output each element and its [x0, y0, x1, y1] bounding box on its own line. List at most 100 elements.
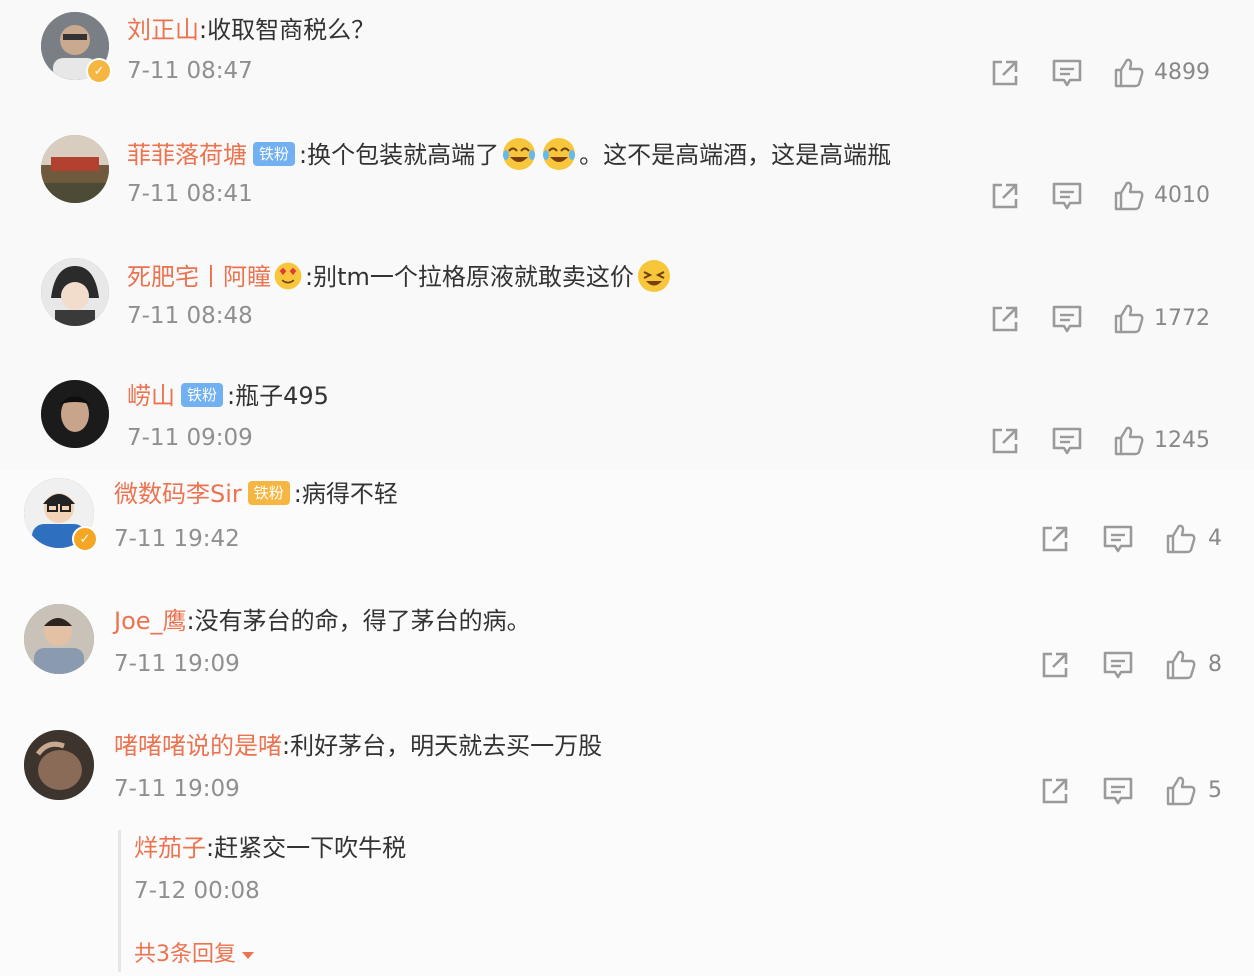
comment-text: 病得不轻 — [301, 480, 398, 508]
thumbs-up-icon — [1112, 302, 1146, 336]
fan-badge: 铁粉 — [181, 383, 224, 407]
comment-icon — [1050, 56, 1084, 90]
reply-button[interactable] — [1050, 424, 1084, 458]
comment-line: Joe_鹰:没有茅台的命，得了茅台的病。 — [114, 607, 531, 635]
timestamp: 7-11 19:09 — [114, 776, 240, 802]
reply-button[interactable] — [1101, 774, 1135, 808]
like-count: 4899 — [1154, 60, 1210, 85]
comment-icon — [1101, 774, 1135, 808]
more-replies-link[interactable]: 共3条回复 — [134, 936, 254, 968]
share-icon — [988, 179, 1022, 213]
comment-text: 别tm一个拉格原液就敢卖这价 — [313, 263, 634, 291]
timestamp: 7-11 19:09 — [114, 651, 240, 677]
verified-badge-icon: ✓ — [86, 58, 112, 84]
timestamp: 7-11 08:48 — [127, 303, 253, 329]
comment-text: 。这不是高端酒，这是高端瓶 — [579, 141, 892, 169]
thumbs-up-icon — [1112, 56, 1146, 90]
fan-badge: 铁粉 — [253, 142, 296, 166]
laughing-icon — [636, 258, 672, 294]
avatar[interactable] — [24, 730, 94, 800]
share-button[interactable] — [988, 302, 1022, 336]
comment-icon — [1050, 424, 1084, 458]
more-replies-label[interactable]: 共3条回复 — [134, 942, 236, 967]
share-icon — [988, 302, 1022, 336]
like-button[interactable] — [1112, 302, 1146, 336]
grin-tears-icon — [541, 136, 577, 172]
reply-button[interactable] — [1101, 522, 1135, 556]
like-count: 4 — [1208, 526, 1222, 551]
username[interactable]: Joe_鹰 — [114, 607, 187, 635]
comment-icon — [1050, 179, 1084, 213]
like-button[interactable] — [1164, 522, 1198, 556]
thumbs-up-icon — [1112, 179, 1146, 213]
thumbs-up-icon — [1164, 774, 1198, 808]
heart-eyes-icon — [273, 261, 303, 291]
comment-text: 利好茅台，明天就去买一万股 — [290, 732, 603, 760]
avatar[interactable] — [41, 380, 109, 448]
comment-icon — [1050, 302, 1084, 336]
share-button[interactable] — [988, 56, 1022, 90]
like-count: 4010 — [1154, 183, 1210, 208]
share-button[interactable] — [1038, 648, 1072, 682]
reply-username[interactable]: 烊茄子 — [134, 834, 206, 862]
caret-down-icon — [242, 951, 254, 959]
reply-timestamp: 7-12 00:08 — [134, 878, 260, 904]
verified-badge-icon: ✓ — [72, 526, 98, 552]
share-icon — [1038, 648, 1072, 682]
share-icon — [1038, 774, 1072, 808]
reply-text: 赶紧交一下吹牛税 — [214, 834, 407, 862]
comment-line: 刘正山:收取智商税么？ — [127, 16, 376, 44]
share-icon — [1038, 522, 1072, 556]
like-button[interactable] — [1112, 424, 1146, 458]
comment-text: 瓶子495 — [235, 382, 329, 410]
username[interactable]: 啫啫啫说的是啫 — [114, 732, 282, 760]
share-button[interactable] — [988, 424, 1022, 458]
fan-badge: 铁粉 — [247, 481, 290, 505]
avatar[interactable] — [41, 135, 109, 203]
reply-button[interactable] — [1101, 648, 1135, 682]
share-icon — [988, 56, 1022, 90]
timestamp: 7-11 09:09 — [127, 425, 253, 451]
comment-text: 换个包装就高端了 — [307, 141, 500, 169]
share-icon — [988, 424, 1022, 458]
username[interactable]: 微数码李Sir — [114, 480, 242, 508]
reply-button[interactable] — [1050, 302, 1084, 336]
reply-thread-bar — [118, 830, 121, 972]
comment-text: 收取智商税么？ — [207, 16, 376, 44]
username[interactable]: 崂山 — [127, 382, 175, 410]
avatar[interactable] — [24, 604, 94, 674]
like-count: 1772 — [1154, 306, 1210, 331]
comment-icon — [1101, 522, 1135, 556]
username[interactable]: 菲菲落荷塘 — [127, 141, 247, 169]
like-count: 5 — [1208, 778, 1222, 803]
username[interactable]: 刘正山 — [127, 16, 199, 44]
comment-line: 啫啫啫说的是啫:利好茅台，明天就去买一万股 — [114, 732, 603, 760]
timestamp: 7-11 08:47 — [127, 58, 253, 84]
comment-line: 微数码李Sir 铁粉:病得不轻 — [114, 480, 398, 508]
like-count: 1245 — [1154, 428, 1210, 453]
share-button[interactable] — [1038, 522, 1072, 556]
like-count: 8 — [1208, 652, 1222, 677]
reply-button[interactable] — [1050, 179, 1084, 213]
grin-tears-icon — [501, 136, 537, 172]
like-button[interactable] — [1112, 56, 1146, 90]
reply-button[interactable] — [1050, 56, 1084, 90]
comment-icon — [1101, 648, 1135, 682]
comment-line: 菲菲落荷塘 铁粉:换个包装就高端了 。这不是高端酒，这是高端瓶 — [127, 136, 891, 176]
comment-line: 死肥宅丨阿瞳:别tm一个拉格原液就敢卖这价 — [127, 258, 674, 298]
thumbs-up-icon — [1164, 648, 1198, 682]
share-button[interactable] — [988, 179, 1022, 213]
comment-line: 崂山 铁粉:瓶子495 — [127, 382, 329, 410]
thumbs-up-icon — [1164, 522, 1198, 556]
thumbs-up-icon — [1112, 424, 1146, 458]
like-button[interactable] — [1112, 179, 1146, 213]
timestamp: 7-11 08:41 — [127, 181, 253, 207]
username[interactable]: 死肥宅丨阿瞳 — [127, 263, 271, 291]
like-button[interactable] — [1164, 648, 1198, 682]
reply-line: 烊茄子:赶紧交一下吹牛税 — [134, 834, 407, 862]
share-button[interactable] — [1038, 774, 1072, 808]
timestamp: 7-11 19:42 — [114, 526, 240, 552]
comment-text: 没有茅台的命，得了茅台的病。 — [194, 607, 531, 635]
avatar[interactable] — [41, 258, 109, 326]
like-button[interactable] — [1164, 774, 1198, 808]
